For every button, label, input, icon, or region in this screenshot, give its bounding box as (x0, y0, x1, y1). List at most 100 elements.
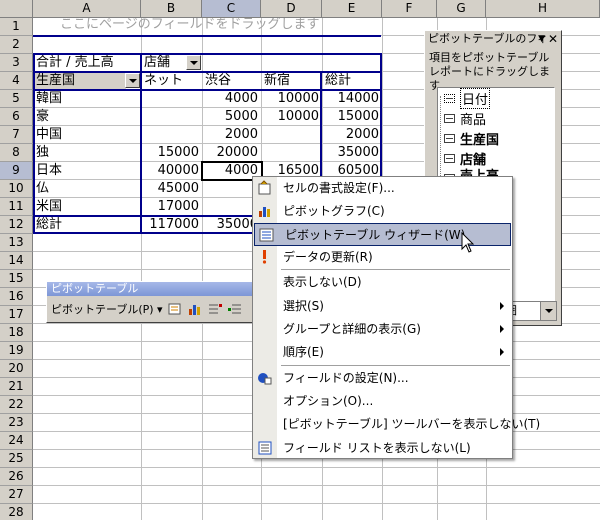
column-header-cell[interactable]: 渋谷 (203, 72, 260, 90)
page-field-drop-area[interactable]: ここにページのフィールドをドラッグします (34, 18, 380, 36)
row-header[interactable]: 25 (0, 450, 33, 468)
context-menu-item-label: グループと詳細の表示(G) (283, 322, 421, 336)
column-header-a[interactable]: A (33, 0, 141, 18)
row-header[interactable]: 11 (0, 198, 33, 216)
context-menu[interactable]: セルの書式設定(F)... ピボットグラフ(C) ピボットテーブル ウィザード(W)… (252, 176, 540, 460)
column-header-g[interactable]: G (437, 0, 486, 18)
column-field-dropdown[interactable] (186, 55, 201, 70)
value-cell[interactable]: 17000 (142, 198, 201, 216)
row-header[interactable]: 26 (0, 468, 33, 486)
value-cell[interactable]: 2000 (323, 126, 381, 144)
context-menu-item[interactable]: フィールド リストを表示しない(L) (253, 437, 512, 460)
value-cell[interactable]: 10000 (262, 108, 321, 126)
row-header[interactable]: 24 (0, 432, 33, 450)
row-header[interactable]: 5 (0, 90, 33, 108)
chevron-right-icon (500, 348, 504, 356)
row-label-cell[interactable]: 独 (34, 144, 140, 162)
value-cell[interactable]: 10000 (262, 90, 321, 108)
format-report-icon[interactable] (167, 301, 183, 317)
row-label-cell[interactable]: 韓国 (34, 90, 140, 108)
column-header-cell[interactable]: ネット (142, 72, 201, 90)
field-item[interactable]: 日付 (438, 87, 554, 109)
context-menu-item[interactable]: 選択(S) (253, 295, 512, 318)
row-header[interactable]: 1 (0, 18, 33, 36)
value-cell[interactable]: 4000 (203, 90, 260, 108)
chevron-down-icon[interactable] (540, 302, 556, 320)
row-label-cell[interactable]: 豪 (34, 108, 140, 126)
row-header[interactable]: 27 (0, 486, 33, 504)
value-cell[interactable]: 5000 (203, 108, 260, 126)
pivot-chart-icon[interactable] (187, 301, 203, 317)
value-cell[interactable]: 15000 (323, 108, 381, 126)
row-header[interactable]: 2 (0, 36, 33, 54)
row-header[interactable]: 9 (0, 162, 33, 180)
value-cell[interactable] (262, 144, 321, 162)
row-header[interactable]: 16 (0, 288, 33, 306)
column-header-e[interactable]: E (322, 0, 382, 18)
context-menu-item[interactable]: フィールドの設定(N)... (253, 367, 512, 390)
value-cell[interactable] (142, 108, 201, 126)
row-label-cell[interactable]: 仏 (34, 180, 140, 198)
row-header[interactable]: 10 (0, 180, 33, 198)
row-header[interactable]: 13 (0, 234, 33, 252)
context-menu-item[interactable]: セルの書式設定(F)... (253, 177, 512, 200)
row-field-dropdown[interactable] (125, 73, 140, 88)
pivot-table-toolbar[interactable]: ピボットテーブル ピボットテーブル(P) ▾ (46, 281, 258, 323)
row-header[interactable]: 8 (0, 144, 33, 162)
field-item[interactable]: 店舗 (438, 148, 554, 168)
row-header[interactable]: 14 (0, 252, 33, 270)
row-header[interactable]: 17 (0, 306, 33, 324)
row-header[interactable]: 7 (0, 126, 33, 144)
row-label-cell[interactable]: 中国 (34, 126, 140, 144)
row-header[interactable]: 28 (0, 504, 33, 520)
column-header-h[interactable]: H (486, 0, 600, 18)
value-cell[interactable] (142, 90, 201, 108)
value-cell[interactable]: 20000 (203, 144, 260, 162)
column-header-f[interactable]: F (382, 0, 437, 18)
row-header[interactable]: 19 (0, 342, 33, 360)
value-cell[interactable]: 35000 (323, 144, 381, 162)
row-header[interactable]: 22 (0, 396, 33, 414)
pivot-table-menu-button[interactable]: ピボットテーブル(P) ▾ (51, 301, 163, 317)
value-cell[interactable] (262, 126, 321, 144)
column-field-label[interactable]: 店舗 (142, 54, 192, 72)
field-item[interactable]: 商品 (438, 108, 554, 128)
row-field-label[interactable]: 生産国 (34, 72, 126, 90)
value-cell[interactable] (142, 126, 201, 144)
column-header-d[interactable]: D (261, 0, 322, 18)
row-label-cell[interactable]: 米国 (34, 198, 140, 216)
context-menu-item[interactable]: オプション(O)... (253, 390, 512, 413)
row-header[interactable]: 6 (0, 108, 33, 126)
close-icon[interactable]: ✕ (548, 31, 558, 47)
column-header-b[interactable]: B (141, 0, 202, 18)
value-cell[interactable]: 45000 (142, 180, 201, 198)
row-header[interactable]: 20 (0, 360, 33, 378)
row-header[interactable]: 12 (0, 216, 33, 234)
row-header[interactable]: 18 (0, 324, 33, 342)
column-header-cell[interactable]: 総計 (323, 72, 381, 90)
row-header[interactable]: 23 (0, 414, 33, 432)
context-menu-item[interactable]: 表示しない(D) (253, 271, 512, 294)
row-header[interactable]: 15 (0, 270, 33, 288)
context-menu-item[interactable]: グループと詳細の表示(G) (253, 318, 512, 341)
value-cell[interactable]: 14000 (323, 90, 381, 108)
context-menu-item[interactable]: 順序(E) (253, 341, 512, 364)
field-item[interactable]: 生産国 (438, 128, 554, 148)
row-label-cell[interactable]: 日本 (34, 162, 140, 180)
value-cell[interactable]: 40000 (142, 162, 201, 180)
hide-detail-icon[interactable] (207, 301, 223, 317)
column-header-c[interactable]: C (202, 0, 261, 18)
context-menu-item[interactable]: ピボットグラフ(C) (253, 200, 512, 223)
toolbar-title[interactable]: ピボットテーブル (47, 282, 257, 296)
show-detail-icon[interactable] (227, 301, 243, 317)
column-header-cell[interactable]: 新宿 (262, 72, 321, 90)
select-all-corner[interactable] (0, 0, 33, 18)
value-cell[interactable]: 15000 (142, 144, 201, 162)
row-header[interactable]: 4 (0, 72, 33, 90)
row-header[interactable]: 3 (0, 54, 33, 72)
chevron-down-icon[interactable]: ▼ (538, 31, 545, 47)
row-header[interactable]: 21 (0, 378, 33, 396)
value-cell[interactable]: 2000 (203, 126, 260, 144)
context-menu-item[interactable]: [ピボットテーブル] ツールバーを表示しない(T) (253, 413, 540, 436)
data-field-label[interactable]: 合計 / 売上高 (34, 54, 140, 72)
